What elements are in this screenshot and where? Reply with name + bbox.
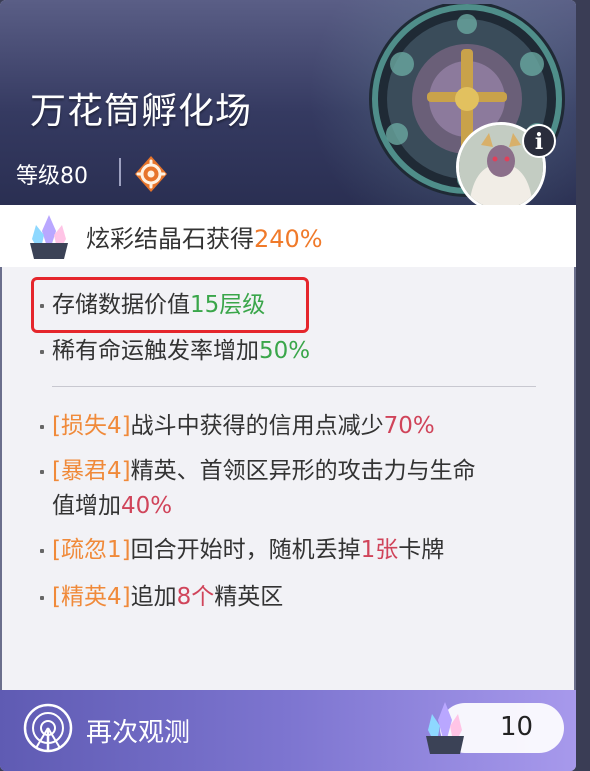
reward-label: 炫彩结晶石获得 bbox=[86, 225, 254, 253]
effect-value: 50% bbox=[259, 338, 311, 364]
modifier-tyrant: [暴君4]精英、首领区异形的攻击力与生命 bbox=[52, 453, 476, 489]
effect-text: 稀有命运触发率增加 bbox=[52, 338, 259, 364]
iridescent-crystal-icon bbox=[30, 215, 68, 259]
reward-text: 炫彩结晶石获得240% bbox=[86, 219, 323, 254]
modifier-tag: [精英4] bbox=[52, 584, 131, 610]
bullet bbox=[40, 425, 44, 429]
modifier-tyrant-cont: 值增加40% bbox=[52, 488, 172, 524]
card-header: 万花筒孵化场 等级80 i bbox=[0, 0, 576, 212]
event-card: 万花筒孵化场 等级80 i 炫彩结晶石获得240% 存储数据价值15层级 稀有命… bbox=[0, 0, 576, 771]
radar-icon bbox=[23, 703, 73, 753]
observe-again-button[interactable]: 再次观测 10 bbox=[0, 690, 576, 771]
modifier-value: 8个 bbox=[176, 584, 215, 610]
iridescent-crystal-icon bbox=[426, 702, 464, 754]
modifier-text: 回合开始时，随机丢掉 bbox=[130, 537, 361, 563]
bullet bbox=[40, 596, 44, 600]
difficulty-gear-icon[interactable] bbox=[131, 154, 171, 194]
modifier-suffix: 卡牌 bbox=[398, 537, 445, 563]
modifier-loss: [损失4]战斗中获得的信用点减少70% bbox=[52, 408, 435, 444]
reward-row: 炫彩结晶石获得240% bbox=[0, 205, 576, 267]
modifier-value: 1张 bbox=[360, 537, 399, 563]
bullet bbox=[40, 549, 44, 553]
reward-value: 240% bbox=[254, 225, 323, 253]
dungeon-title: 万花筒孵化场 bbox=[30, 91, 253, 132]
level-label: 等级80 bbox=[16, 164, 88, 189]
bullet bbox=[40, 350, 44, 354]
modifier-text: 精英、首领区异形的攻击力与生命 bbox=[130, 458, 476, 484]
modifier-text: 战斗中获得的信用点减少 bbox=[130, 413, 384, 439]
modifier-tag: [暴君4] bbox=[52, 458, 131, 484]
info-button[interactable]: i bbox=[522, 124, 556, 158]
modifier-value: 70% bbox=[383, 413, 435, 439]
modifier-tag: [疏忽1] bbox=[52, 537, 131, 563]
modifier-elite: [精英4]追加8个精英区 bbox=[52, 579, 283, 615]
effect-rare-fate: 稀有命运触发率增加50% bbox=[52, 333, 310, 369]
highlight-box bbox=[31, 277, 309, 333]
modifier-tag: [损失4] bbox=[52, 413, 131, 439]
section-divider bbox=[52, 386, 536, 387]
observe-cost: 10 bbox=[500, 712, 534, 742]
level-divider bbox=[119, 158, 121, 186]
modifier-suffix: 精英区 bbox=[214, 584, 284, 610]
observe-again-label: 再次观测 bbox=[86, 718, 191, 748]
bullet bbox=[40, 470, 44, 474]
modifier-value: 40% bbox=[121, 493, 173, 519]
modifier-text: 值增加 bbox=[52, 493, 121, 519]
modifier-neglect: [疏忽1]回合开始时，随机丢掉1张卡牌 bbox=[52, 532, 444, 568]
modifier-text: 追加 bbox=[130, 584, 177, 610]
